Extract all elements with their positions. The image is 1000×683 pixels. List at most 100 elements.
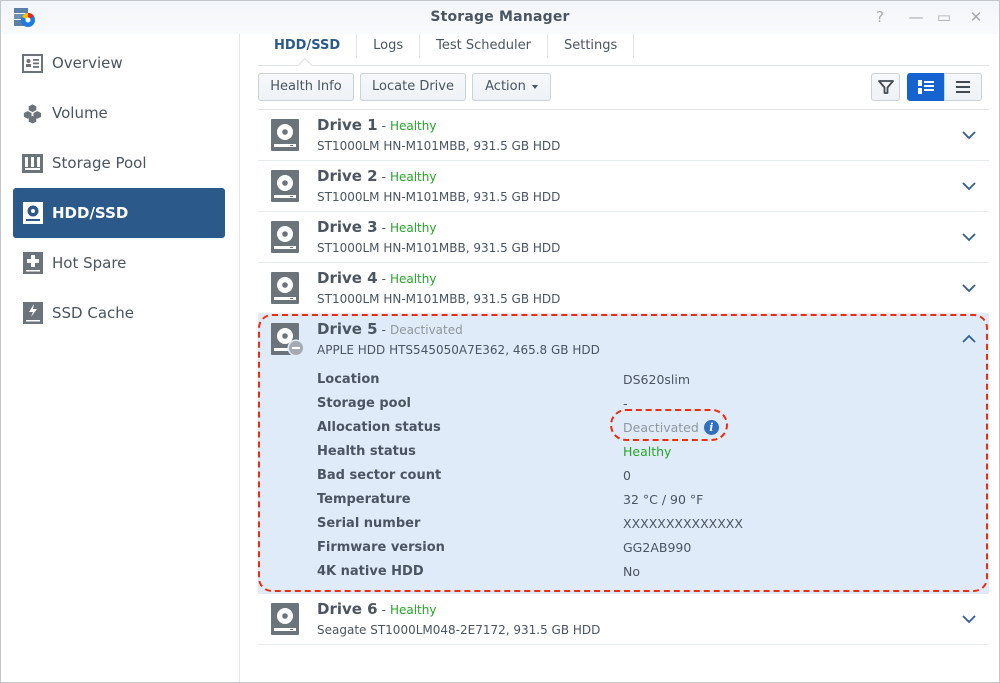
- sidebar-item-ssd-cache[interactable]: SSD Cache: [13, 288, 225, 338]
- status-separator: -: [381, 221, 386, 235]
- detail-list-icon: [918, 80, 934, 94]
- storage-manager-window: Storage Manager ? — ▭ ✕ Overview Volume …: [0, 0, 1000, 683]
- detail-row: Firmware version GG2AB990: [317, 540, 977, 564]
- drive-name: Drive 6: [317, 600, 378, 618]
- sidebar: Overview Volume Storage Pool HDD/SSD Hot…: [1, 34, 240, 682]
- drive-row-2[interactable]: Drive 2- Healthy ST1000LM HN-M101MBB, 931…: [258, 161, 989, 212]
- detail-value-text: 32 °C / 90 °F: [623, 492, 704, 507]
- drive-name: Drive 4: [317, 269, 378, 287]
- chevron-down-icon[interactable]: [961, 280, 977, 296]
- tab-bar: HDD/SSD Logs Test Scheduler Settings: [258, 34, 635, 66]
- detail-label: Health status: [317, 444, 416, 459]
- detail-value-text: 0: [623, 468, 631, 483]
- detail-row: Location DS620slim: [317, 372, 977, 396]
- detail-row: Storage pool -: [317, 396, 977, 420]
- sidebar-item-storage-pool[interactable]: Storage Pool: [13, 138, 225, 188]
- detail-value: XXXXXXXXXXXXXX: [623, 516, 743, 531]
- filter-icon: [877, 80, 894, 94]
- detail-value: -: [623, 396, 628, 411]
- ssd-cache-icon: [22, 302, 43, 324]
- drive-status-text: Healthy: [389, 272, 437, 286]
- sidebar-item-hdd-ssd[interactable]: HDD/SSD: [13, 188, 225, 238]
- drive-row-5[interactable]: Drive 5- Deactivated APPLE HDD HTS545050A…: [258, 314, 989, 594]
- hdd-icon: [271, 221, 299, 253]
- hot-spare-icon: [22, 252, 43, 274]
- detail-label: Serial number: [317, 516, 421, 531]
- detail-label: 4K native HDD: [317, 564, 424, 579]
- drive-status: - Healthy: [382, 119, 437, 133]
- detail-row: Health status Healthy: [317, 444, 977, 468]
- drive-name: Drive 2: [317, 167, 378, 185]
- health-info-button[interactable]: Health Info: [258, 73, 354, 101]
- hdd-icon: [271, 170, 299, 202]
- drive-status-text: Deactivated: [389, 323, 463, 337]
- filter-button[interactable]: [871, 73, 900, 101]
- drive-name: Drive 3: [317, 218, 378, 236]
- drive-status-text: Healthy: [389, 170, 437, 184]
- status-separator: -: [381, 272, 386, 286]
- drive-row-4[interactable]: Drive 4- Healthy ST1000LM HN-M101MBB, 931…: [258, 263, 989, 314]
- status-separator: -: [381, 119, 386, 133]
- close-button[interactable]: ✕: [965, 7, 987, 27]
- tab-settings[interactable]: Settings: [548, 34, 635, 58]
- detail-value-text: Healthy: [623, 444, 672, 459]
- locate-drive-button[interactable]: Locate Drive: [360, 73, 466, 101]
- caret-down-icon: [531, 84, 538, 89]
- drive-status: - Healthy: [382, 221, 437, 235]
- detail-label: Storage pool: [317, 396, 411, 411]
- drive-status: - Deactivated: [382, 323, 463, 337]
- detail-value: GG2AB990: [623, 540, 691, 555]
- detail-view-button[interactable]: [907, 73, 945, 101]
- sidebar-item-hot-spare[interactable]: Hot Spare: [13, 238, 225, 288]
- maximize-button[interactable]: ▭: [933, 7, 955, 27]
- drive-status: - Healthy: [382, 170, 437, 184]
- help-button[interactable]: ?: [869, 7, 891, 27]
- drive-row-3[interactable]: Drive 3 - Healthy ST1000LM HN-M101MBB, 931…: [258, 212, 989, 263]
- drive-status: - Healthy: [382, 603, 437, 617]
- chevron-down-icon[interactable]: [961, 178, 977, 194]
- sidebar-item-label: Overview: [52, 54, 123, 72]
- detail-label: Location: [317, 372, 380, 387]
- drive-row-6[interactable]: Drive 6 - Healthy Seagate ST1000LM048-2E71…: [258, 594, 989, 645]
- hdd-icon: [271, 119, 299, 151]
- chevron-down-icon[interactable]: [961, 229, 977, 245]
- detail-row: Bad sector count 0: [317, 468, 977, 492]
- detail-label: Temperature: [317, 492, 411, 507]
- title-bar: Storage Manager ? — ▭ ✕: [1, 1, 999, 34]
- minimize-button[interactable]: —: [905, 7, 927, 27]
- toolbar: Health Info Locate Drive Action: [258, 73, 989, 103]
- detail-value: Deactivated i: [623, 420, 719, 435]
- main-panel: HDD/SSD Logs Test Scheduler Settings Hea…: [241, 34, 999, 682]
- detail-label: Bad sector count: [317, 468, 442, 483]
- status-separator: -: [381, 323, 386, 337]
- tabs-divider: [258, 65, 989, 66]
- drive-name: Drive 5: [317, 320, 378, 338]
- sidebar-item-label: HDD/SSD: [52, 204, 129, 222]
- drive-row-1[interactable]: Drive 1- Healthy ST1000LM HN-M101MBB, 931…: [258, 110, 989, 161]
- detail-value-text: -: [623, 396, 628, 411]
- sidebar-item-label: Storage Pool: [52, 154, 147, 172]
- drive-description: ST1000LM HN-M101MBB, 931.5 GB HDD: [317, 241, 561, 255]
- chevron-down-icon[interactable]: [961, 127, 977, 143]
- hdd-icon: [271, 603, 299, 635]
- drive-description: ST1000LM HN-M101MBB, 931.5 GB HDD: [317, 292, 561, 306]
- detail-value-text: GG2AB990: [623, 540, 692, 555]
- chevron-up-icon[interactable]: [961, 331, 977, 347]
- list-icon: [956, 81, 970, 93]
- action-dropdown-button[interactable]: Action: [472, 73, 551, 101]
- drive-description: Seagate ST1000LM048-2E7172, 931.5 GB HDD: [317, 623, 601, 637]
- status-separator: -: [381, 170, 386, 184]
- sidebar-item-volume[interactable]: Volume: [13, 88, 225, 138]
- list-view-button[interactable]: [944, 73, 982, 101]
- tab-logs[interactable]: Logs: [357, 34, 421, 58]
- drive-status: - Healthy: [382, 272, 437, 286]
- tab-hdd-ssd[interactable]: HDD/SSD: [258, 34, 358, 58]
- tab-test-scheduler[interactable]: Test Scheduler: [420, 34, 548, 58]
- info-icon[interactable]: i: [703, 420, 719, 435]
- chevron-down-icon[interactable]: [961, 611, 977, 627]
- hdd-icon: [271, 272, 299, 304]
- detail-row: Temperature 32 °C / 90 °F: [317, 492, 977, 516]
- sidebar-item-overview[interactable]: Overview: [13, 38, 225, 88]
- window-title: Storage Manager: [430, 9, 570, 25]
- drive-description: APPLE HDD HTS545050A7E362, 465.8 GB HDD: [317, 343, 600, 357]
